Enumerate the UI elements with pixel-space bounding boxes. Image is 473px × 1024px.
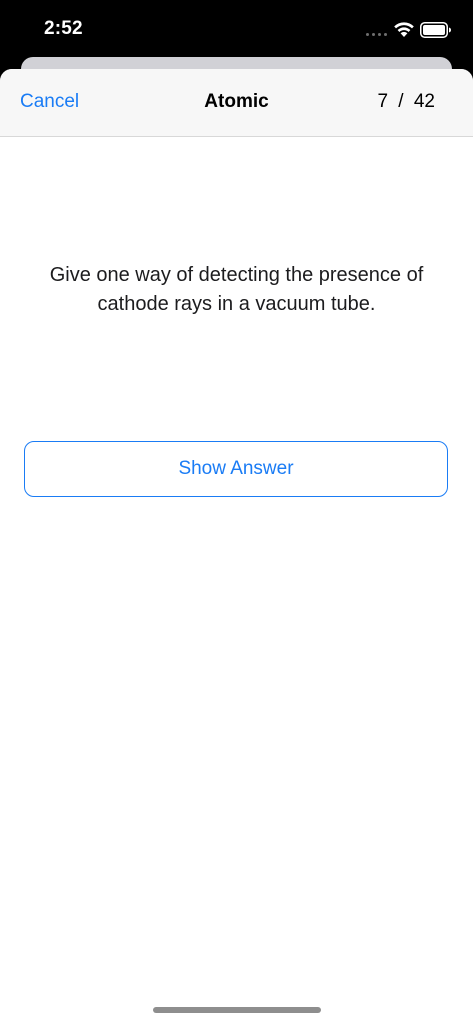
- show-answer-button[interactable]: Show Answer: [24, 441, 448, 497]
- card-progress-counter: 7 / 42: [377, 91, 435, 112]
- question-text: Give one way of detecting the presence o…: [49, 264, 424, 315]
- battery-icon: [420, 22, 451, 38]
- screen: 2:52 Cancel Atomic 7 / 42 Give one way o…: [0, 0, 473, 1024]
- show-answer-label: Show Answer: [178, 458, 294, 479]
- flashcard-sheet: Cancel Atomic 7 / 42 Give one way of det…: [0, 69, 473, 1024]
- status-bar: 2:52: [0, 0, 473, 60]
- home-indicator[interactable]: [153, 1007, 321, 1013]
- signal-dots-icon: [366, 33, 388, 37]
- navigation-bar: Cancel Atomic 7 / 42: [0, 69, 473, 137]
- status-time: 2:52: [44, 18, 83, 39]
- wifi-icon: [394, 22, 414, 37]
